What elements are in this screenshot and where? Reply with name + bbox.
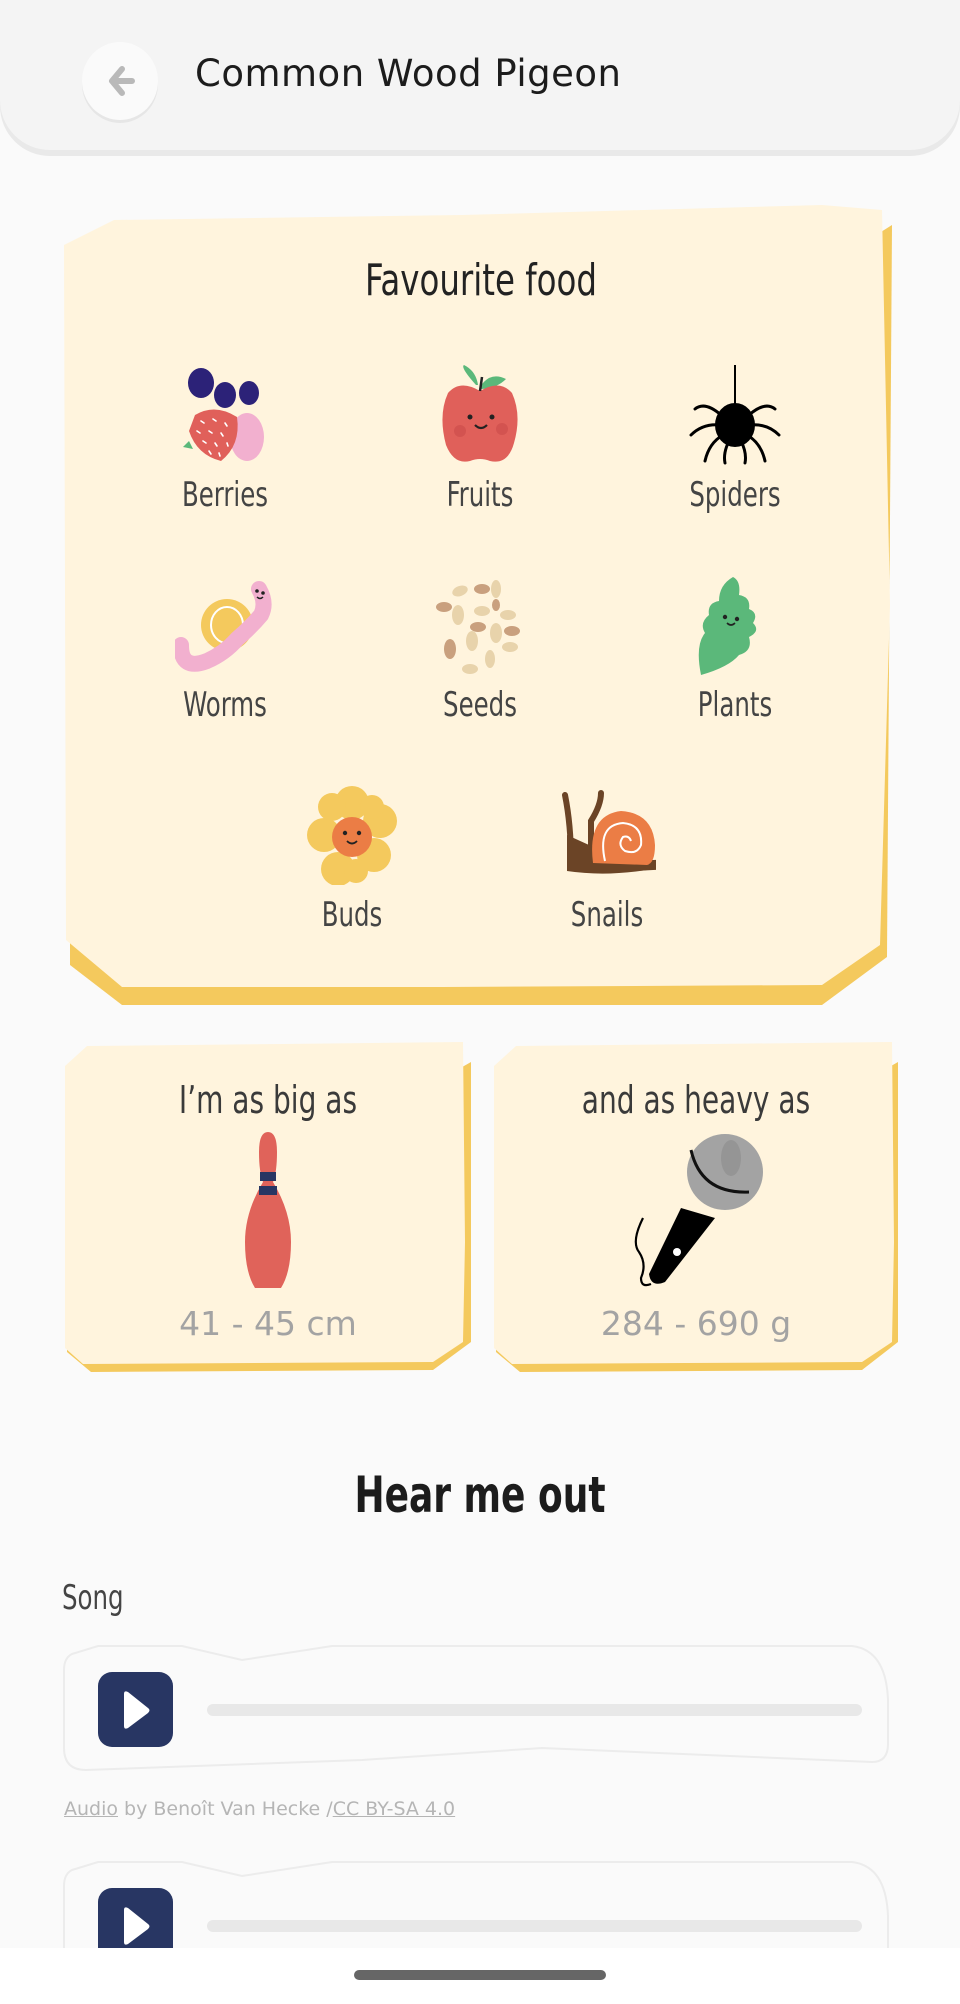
audio-progress-bar[interactable] xyxy=(207,1920,862,1932)
food-label: Spiders xyxy=(689,475,781,515)
food-item-seeds: Seeds xyxy=(380,575,580,725)
weight-value: 284 - 690 g xyxy=(600,1304,792,1343)
worm-icon xyxy=(175,581,272,672)
back-button[interactable] xyxy=(82,42,158,120)
audio-player-song xyxy=(62,1640,900,1776)
food-label: Plants xyxy=(697,685,773,725)
food-item-berries: Berries xyxy=(125,365,325,515)
food-label: Fruits xyxy=(446,475,514,515)
leaf-icon xyxy=(698,577,757,675)
audio-attribution: Audio by Benoît Van Hecke /CC BY-SA 4.0 xyxy=(64,1798,455,1820)
size-value: 41 - 45 cm xyxy=(179,1304,357,1343)
system-navigation-bar xyxy=(0,1948,960,2004)
hear-me-out-title: Hear me out xyxy=(354,1466,606,1524)
food-item-worms: Worms xyxy=(125,575,325,725)
seeds-icon xyxy=(436,580,520,674)
weight-comparison-card: and as heavy as 284 - 690 g xyxy=(492,1042,900,1372)
snail-icon xyxy=(562,790,656,874)
food-item-spiders: Spiders xyxy=(635,365,835,515)
food-item-fruits: Fruits xyxy=(380,365,580,515)
food-item-buds: Buds xyxy=(252,785,452,935)
flower-icon xyxy=(307,786,397,885)
app-header: Common Wood Pigeon xyxy=(0,0,960,150)
arrow-left-icon xyxy=(109,66,135,96)
audio-source-link[interactable]: Audio xyxy=(64,1798,118,1820)
favourite-food-title: Favourite food xyxy=(365,255,597,306)
food-item-plants: Plants xyxy=(635,575,835,725)
food-item-snails: Snails xyxy=(507,785,707,935)
weight-heading: and as heavy as xyxy=(581,1078,811,1122)
favourite-food-card: Favourite food Berries Fruits Spiders Wo… xyxy=(62,205,900,1005)
play-button[interactable] xyxy=(98,1672,173,1747)
license-link[interactable]: CC BY-SA 4.0 xyxy=(333,1798,455,1820)
microphone-icon xyxy=(634,1134,763,1287)
spider-icon xyxy=(689,365,781,465)
food-label: Berries xyxy=(181,475,269,515)
audio-progress-bar[interactable] xyxy=(207,1704,862,1716)
size-heading: I’m as big as xyxy=(178,1078,358,1122)
attribution-author: by Benoît Van Hecke / xyxy=(118,1798,333,1820)
food-label: Worms xyxy=(183,685,267,725)
food-label: Buds xyxy=(321,895,383,935)
berries-icon xyxy=(183,368,264,461)
bowling-pin-icon xyxy=(245,1132,291,1288)
apple-icon xyxy=(442,365,518,462)
play-icon xyxy=(123,1690,149,1729)
size-comparison-card: I’m as big as 41 - 45 cm xyxy=(63,1042,473,1372)
food-label: Seeds xyxy=(443,685,517,725)
food-label: Snails xyxy=(570,895,644,935)
home-indicator[interactable] xyxy=(354,1970,606,1980)
song-label: Song xyxy=(62,1578,124,1618)
play-icon xyxy=(123,1906,149,1945)
page-title: Common Wood Pigeon xyxy=(195,52,622,95)
